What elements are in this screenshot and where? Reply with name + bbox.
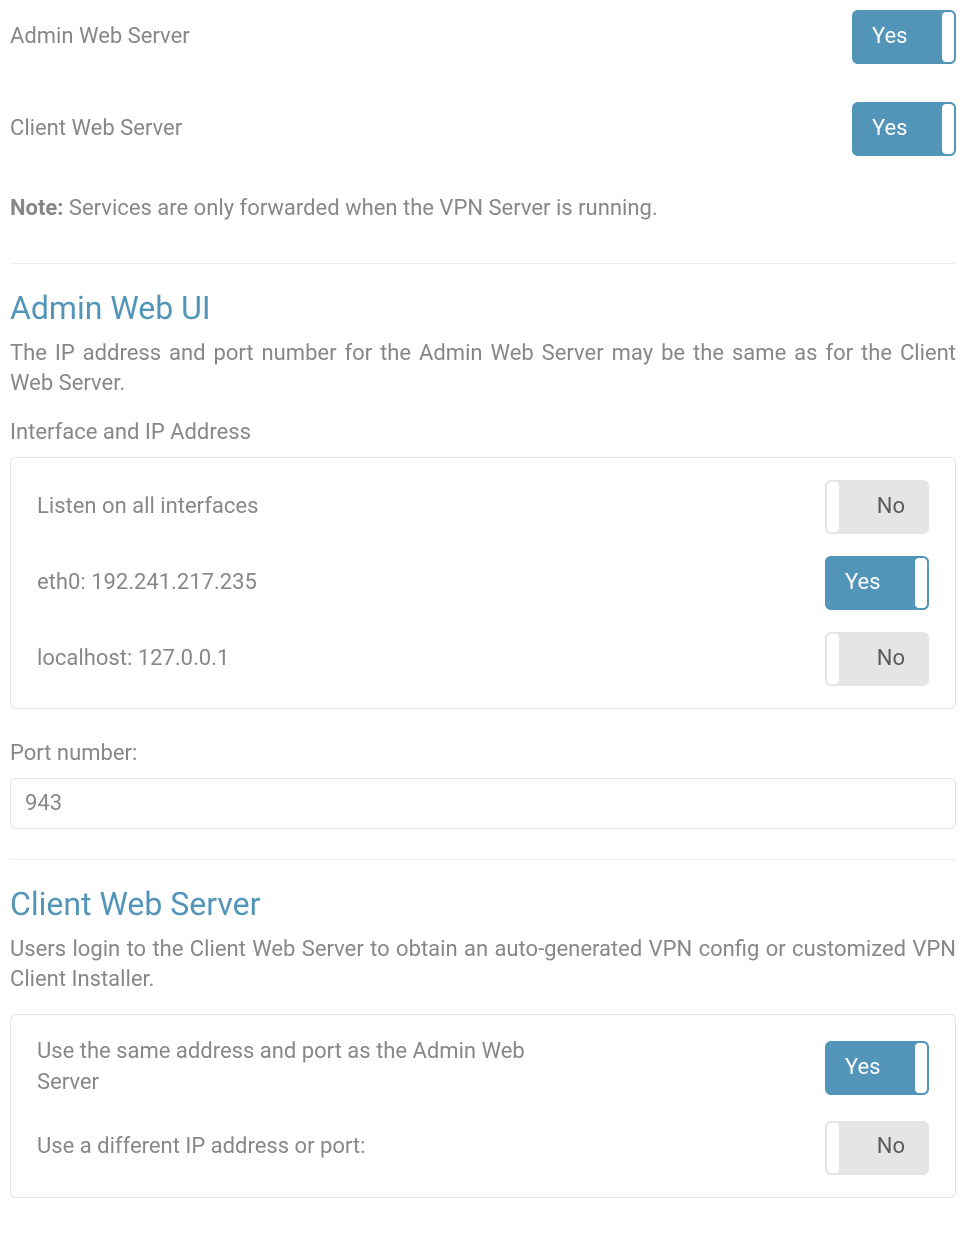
client-option-label: Use a different IP address or port: xyxy=(37,1132,365,1163)
admin-web-server-label: Admin Web Server xyxy=(10,22,190,53)
admin-web-ui-description: The IP address and port number for the A… xyxy=(10,339,956,401)
client-web-server-toggle[interactable]: Yes xyxy=(852,102,956,156)
interface-row-label: eth0: 192.241.217.235 xyxy=(37,568,257,599)
interface-row-label: Listen on all interfaces xyxy=(37,492,258,523)
same-address-toggle[interactable]: Yes xyxy=(825,1041,929,1095)
localhost-toggle[interactable]: No xyxy=(825,632,929,686)
toggle-value: Yes xyxy=(845,568,881,599)
client-web-server-description: Users login to the Client Web Server to … xyxy=(10,935,956,997)
toggle-value: No xyxy=(877,1132,905,1163)
toggle-value: No xyxy=(877,492,905,523)
interface-panel: Listen on all interfaces No eth0: 192.24… xyxy=(10,457,956,709)
interface-row-label: localhost: 127.0.0.1 xyxy=(37,644,229,675)
port-number-label: Port number: xyxy=(10,739,956,770)
toggle-value: Yes xyxy=(872,22,908,53)
eth0-toggle[interactable]: Yes xyxy=(825,556,929,610)
admin-web-ui-title: Admin Web UI xyxy=(10,286,956,331)
note-text: Note: Services are only forwarded when t… xyxy=(10,194,956,225)
different-address-toggle[interactable]: No xyxy=(825,1121,929,1175)
interface-field-label: Interface and IP Address xyxy=(10,418,956,449)
section-divider xyxy=(10,859,956,860)
port-number-input[interactable] xyxy=(10,778,956,829)
client-web-server-label: Client Web Server xyxy=(10,114,182,145)
toggle-value: Yes xyxy=(845,1053,881,1084)
admin-web-server-toggle[interactable]: Yes xyxy=(852,10,956,64)
client-web-server-title: Client Web Server xyxy=(10,882,956,927)
section-divider xyxy=(10,263,956,264)
client-web-server-panel: Use the same address and port as the Adm… xyxy=(10,1014,956,1198)
toggle-value: No xyxy=(877,644,905,675)
note-prefix: Note: xyxy=(10,196,63,221)
toggle-value: Yes xyxy=(872,114,908,145)
listen-all-interfaces-toggle[interactable]: No xyxy=(825,480,929,534)
note-body: Services are only forwarded when the VPN… xyxy=(63,196,657,221)
client-option-label: Use the same address and port as the Adm… xyxy=(37,1037,537,1099)
